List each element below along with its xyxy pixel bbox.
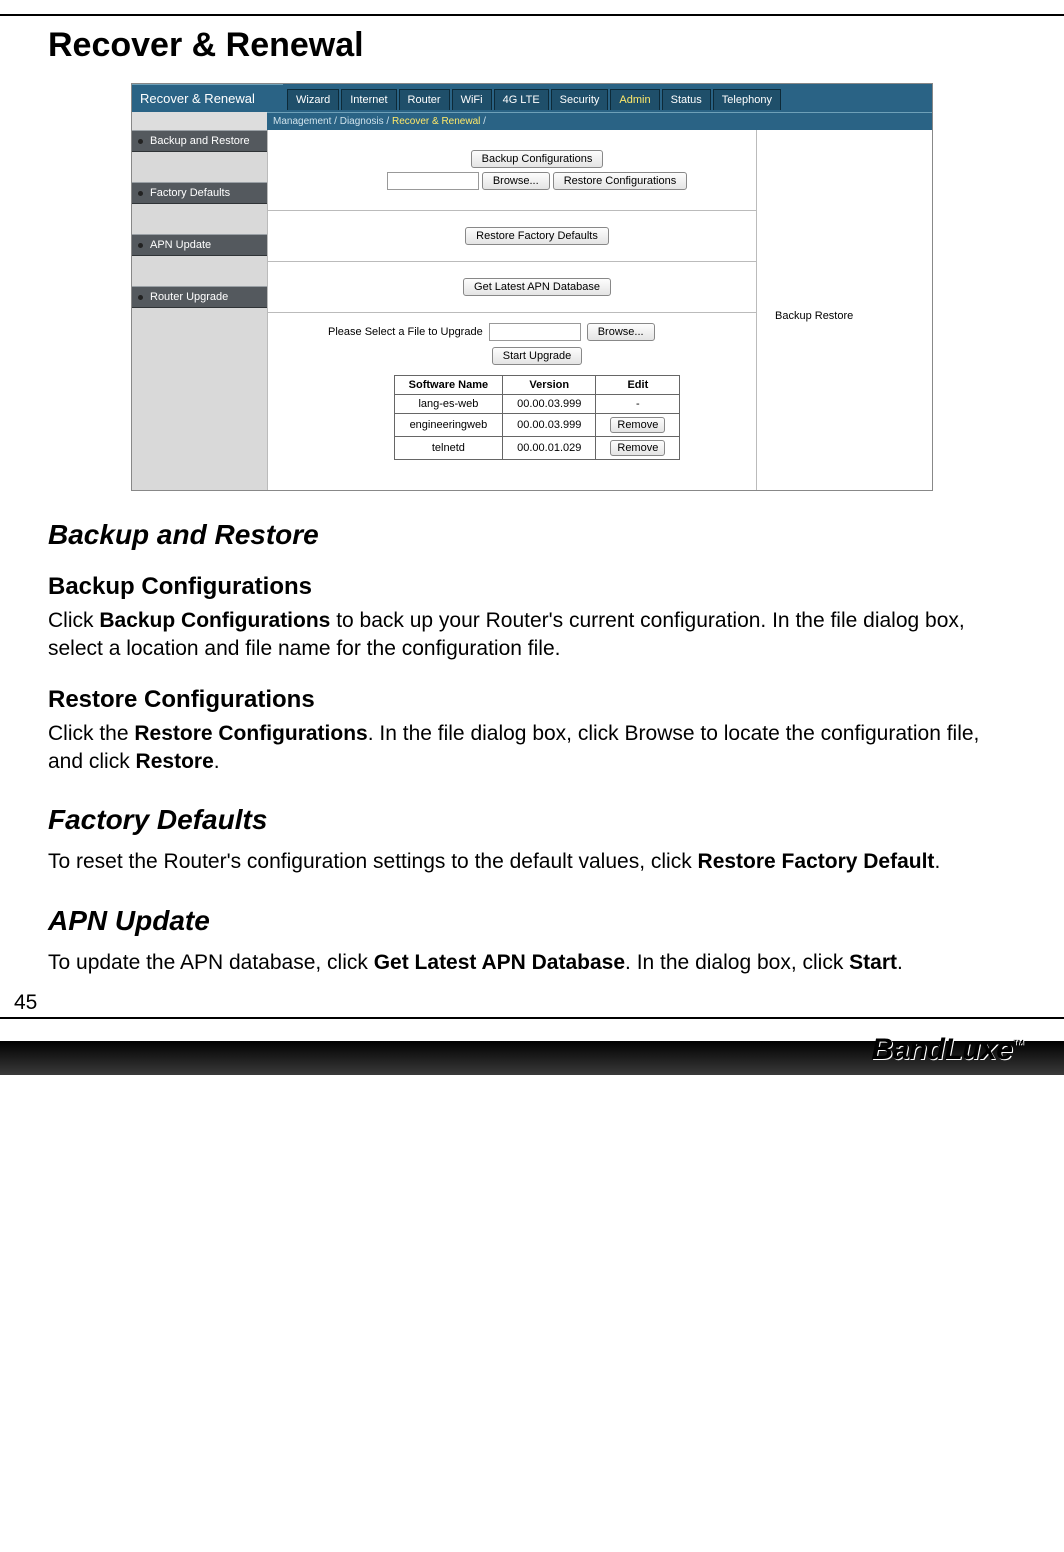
sidebar-item-factory-defaults[interactable]: Factory Defaults (132, 182, 267, 204)
restore-file-input[interactable] (387, 172, 479, 190)
sidebar-item-router-upgrade[interactable]: Router Upgrade (132, 286, 267, 308)
brand-logo: BandLuxe™ (871, 1033, 1024, 1067)
cell-edit: Remove (596, 414, 680, 437)
cell-version: 00.00.01.029 (503, 437, 596, 460)
cell-name: telnetd (394, 437, 502, 460)
table-row: telnetd00.00.01.029 Remove (394, 437, 680, 460)
restore-configurations-button[interactable]: Restore Configurations (553, 172, 688, 190)
tab-internet[interactable]: Internet (341, 89, 396, 110)
breadcrumb: Management / Diagnosis / Recover & Renew… (267, 112, 932, 130)
tab-security[interactable]: Security (551, 89, 609, 110)
table-header: Software Name (394, 376, 502, 395)
upgrade-file-input[interactable] (489, 323, 581, 341)
section-heading: APN Update (48, 905, 1016, 937)
paragraph: Click the Restore Configurations. In the… (48, 720, 1016, 777)
section-heading: Backup and Restore (48, 519, 1016, 551)
tab-telephony[interactable]: Telephony (713, 89, 781, 110)
router-ui-screenshot: Recover & Renewal WizardInternetRouterWi… (131, 83, 933, 491)
table-header: Edit (596, 376, 680, 395)
get-latest-apn-button[interactable]: Get Latest APN Database (463, 278, 611, 296)
right-panel-label: Backup Restore (775, 310, 853, 322)
remove-button[interactable]: Remove (610, 417, 665, 433)
cell-version: 00.00.03.999 (503, 395, 596, 414)
page-footer: 45 BandLuxe™ (0, 1017, 1064, 1075)
start-upgrade-button[interactable]: Start Upgrade (492, 347, 582, 365)
paragraph: Click Backup Configurations to back up y… (48, 607, 1016, 664)
remove-button[interactable]: Remove (610, 440, 665, 456)
table-row: engineeringweb00.00.03.999 Remove (394, 414, 680, 437)
sub-heading: Backup Configurations (48, 573, 1016, 601)
page-number: 45 (14, 991, 37, 1015)
page-title: Recover & Renewal (48, 26, 1016, 65)
tab-admin[interactable]: Admin (610, 89, 659, 110)
backup-configurations-button[interactable]: Backup Configurations (471, 150, 604, 168)
router-tabs: WizardInternetRouterWiFi4G LTESecurityAd… (283, 84, 932, 112)
tab-status[interactable]: Status (662, 89, 711, 110)
breadcrumb-item[interactable]: Diagnosis (340, 116, 384, 127)
cell-version: 00.00.03.999 (503, 414, 596, 437)
router-sidebar: Backup and Restore Factory Defaults APN Up… (132, 130, 267, 490)
restore-factory-defaults-button[interactable]: Restore Factory Defaults (465, 227, 609, 245)
cell-edit: - (596, 395, 680, 414)
upgrade-file-label: Please Select a File to Upgrade (328, 326, 483, 338)
tab-wifi[interactable]: WiFi (452, 89, 492, 110)
sidebar-item-backup-and-restore[interactable]: Backup and Restore (132, 130, 267, 152)
table-row: lang-es-web00.00.03.999- (394, 395, 680, 414)
cell-name: lang-es-web (394, 395, 502, 414)
software-table: Software NameVersionEditlang-es-web00.00… (394, 375, 681, 460)
section-heading: Factory Defaults (48, 804, 1016, 836)
upgrade-browse-button[interactable]: Browse... (587, 323, 655, 341)
browse-button[interactable]: Browse... (482, 172, 550, 190)
paragraph: To reset the Router's configuration sett… (48, 848, 1016, 876)
sub-heading: Restore Configurations (48, 686, 1016, 714)
cell-name: engineeringweb (394, 414, 502, 437)
tab-4g-lte[interactable]: 4G LTE (494, 89, 549, 110)
sidebar-item-apn-update[interactable]: APN Update (132, 234, 267, 256)
paragraph: To update the APN database, click Get La… (48, 949, 1016, 977)
tab-wizard[interactable]: Wizard (287, 89, 339, 110)
tab-router[interactable]: Router (399, 89, 450, 110)
breadcrumb-item[interactable]: Recover & Renewal (392, 116, 480, 127)
cell-edit: Remove (596, 437, 680, 460)
table-header: Version (503, 376, 596, 395)
breadcrumb-item[interactable]: Management (273, 116, 331, 127)
router-section-title: Recover & Renewal (132, 84, 283, 112)
